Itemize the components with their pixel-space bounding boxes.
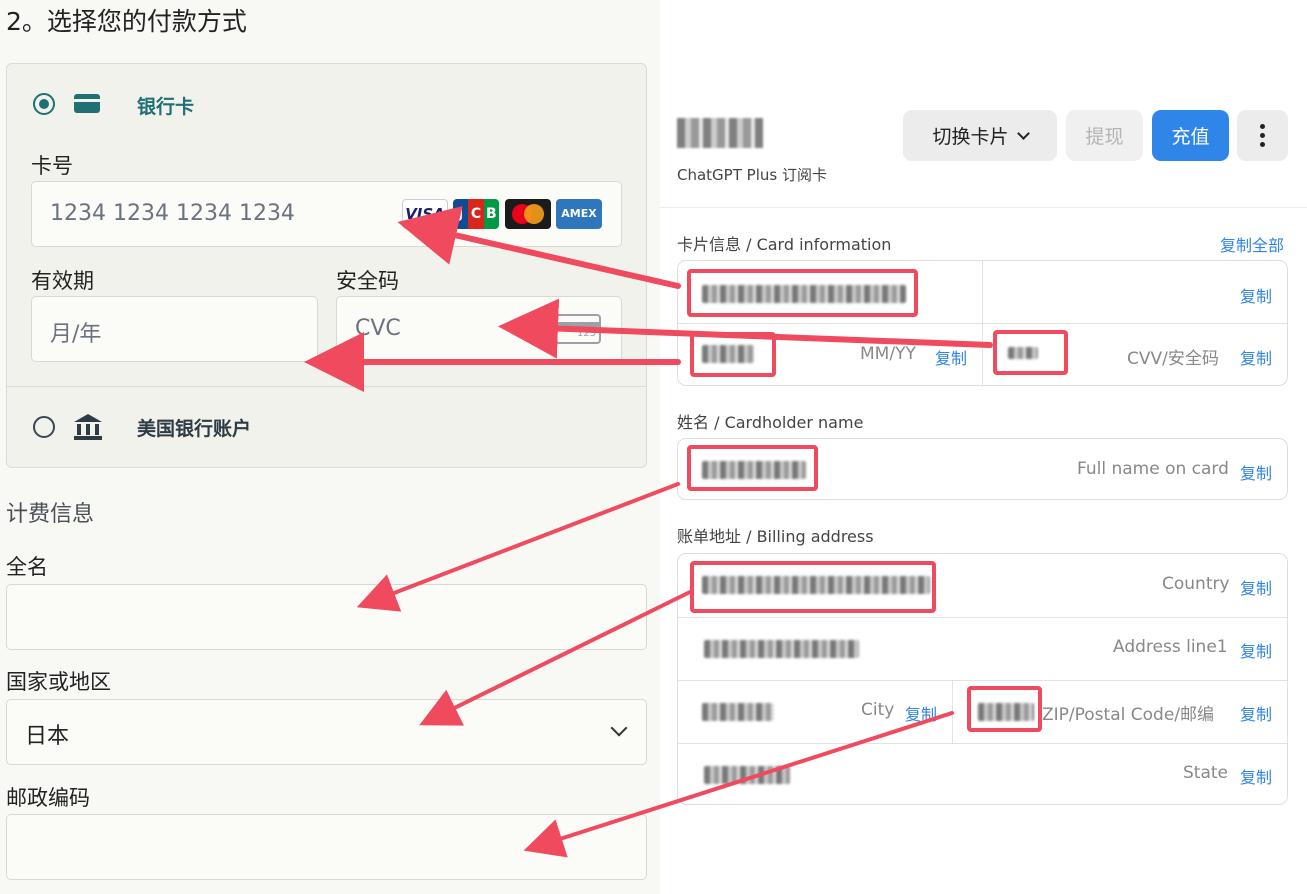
copy-expiry[interactable]: 复制 <box>935 345 967 369</box>
full-name-input[interactable] <box>6 584 647 650</box>
highlight-expiry <box>690 332 776 377</box>
cvc-card-icon: 123 <box>555 314 601 344</box>
country-select[interactable]: 日本 <box>6 699 647 765</box>
bank-card-radio[interactable] <box>33 93 55 115</box>
postal-input[interactable] <box>6 814 647 880</box>
us-bank-label: 美国银行账户 <box>137 418 252 440</box>
state-redacted <box>704 766 790 784</box>
copy-card-number[interactable]: 复制 <box>1240 283 1272 307</box>
credit-card-icon <box>74 94 100 113</box>
chevron-down-icon <box>610 719 628 737</box>
highlight-cvv <box>993 330 1068 375</box>
country-label: 国家或地区 <box>6 670 111 694</box>
switch-card-button[interactable]: 切换卡片 <box>903 110 1057 161</box>
header-divider <box>660 207 1307 208</box>
full-name-label: 全名 <box>6 555 48 579</box>
copy-country[interactable]: 复制 <box>1240 575 1272 599</box>
visa-icon: VISA <box>402 199 448 229</box>
card-number-input[interactable]: 1234 1234 1234 1234 VISA JCB AMEX <box>31 181 622 247</box>
card-subtitle: ChatGPT Plus 订阅卡 <box>677 166 827 184</box>
highlight-country <box>690 561 936 613</box>
more-options-button[interactable] <box>1237 110 1288 161</box>
page-title: 2。选择您的付款方式 <box>6 7 247 36</box>
copy-all-link[interactable]: 复制全部 <box>1220 232 1284 256</box>
billing-address-label: 账单地址 / Billing address <box>677 527 874 546</box>
mastercard-icon <box>505 199 551 229</box>
address-placeholder: Address line1 <box>1113 637 1228 657</box>
card-number-label: 卡号 <box>31 154 73 178</box>
recharge-button[interactable]: 充值 <box>1152 110 1229 161</box>
billing-heading: 计费信息 <box>6 502 95 527</box>
us-bank-radio[interactable] <box>33 416 55 438</box>
copy-zip[interactable]: 复制 <box>1240 701 1272 725</box>
expiry-placeholder: 月/年 <box>50 322 102 347</box>
cardholder-label: 姓名 / Cardholder name <box>677 413 864 432</box>
copy-address[interactable]: 复制 <box>1240 638 1272 662</box>
jcb-icon: JCB <box>453 199 499 229</box>
country-value: 日本 <box>25 724 70 749</box>
payment-method-box: 银行卡 卡号 1234 1234 1234 1234 VISA JCB AMEX… <box>6 63 647 468</box>
copy-city[interactable]: 复制 <box>905 701 937 725</box>
more-vertical-icon <box>1260 124 1265 129</box>
expiry-placeholder: MM/YY <box>860 344 916 364</box>
highlight-cardholder <box>687 445 818 491</box>
state-placeholder: State <box>1183 763 1228 783</box>
card-info-label: 卡片信息 / Card information <box>677 235 892 254</box>
address-redacted <box>704 640 859 658</box>
zip-placeholder: ZIP/Postal Code/邮编 <box>1042 705 1215 725</box>
copy-cardholder[interactable]: 复制 <box>1240 460 1272 484</box>
cvc-label: 安全码 <box>336 269 399 293</box>
card-number-placeholder: 1234 1234 1234 1234 <box>50 201 295 226</box>
city-redacted <box>702 703 774 721</box>
country-placeholder: Country <box>1162 574 1230 594</box>
switch-card-label: 切换卡片 <box>932 126 1009 148</box>
highlight-card-number <box>687 269 918 317</box>
cardholder-placeholder: Full name on card <box>1077 459 1229 479</box>
copy-cvv[interactable]: 复制 <box>1240 345 1272 369</box>
card-name-redacted <box>677 118 763 148</box>
cvc-input[interactable]: CVC 123 <box>336 296 622 362</box>
copy-state[interactable]: 复制 <box>1240 764 1272 788</box>
bank-icon <box>74 414 102 440</box>
city-placeholder: City <box>861 700 895 720</box>
bank-card-label: 银行卡 <box>137 96 195 118</box>
cvv-placeholder: CVV/安全码 <box>1127 349 1219 369</box>
cvc-placeholder: CVC <box>355 316 401 341</box>
highlight-zip <box>967 686 1042 732</box>
checkout-payment-panel: 2。选择您的付款方式 银行卡 卡号 1234 1234 1234 1234 VI… <box>0 0 660 894</box>
expiry-label: 有效期 <box>31 269 94 293</box>
expiry-input[interactable]: 月/年 <box>31 296 318 362</box>
postal-label: 邮政编码 <box>6 786 90 810</box>
method-divider <box>7 386 646 387</box>
chevron-down-icon <box>1016 126 1030 140</box>
amex-icon: AMEX <box>556 199 602 229</box>
withdraw-button[interactable]: 提现 <box>1066 110 1143 161</box>
